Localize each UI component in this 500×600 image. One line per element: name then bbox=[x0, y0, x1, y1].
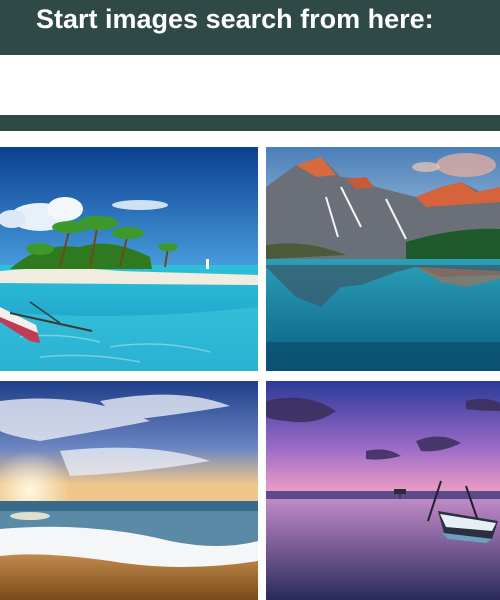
lake-boat-dusk-image[interactable] bbox=[266, 381, 500, 600]
image-gallery bbox=[0, 147, 500, 600]
mountain-lake-image[interactable] bbox=[266, 147, 500, 371]
search-area bbox=[0, 55, 500, 115]
page-title: Start images search from here: bbox=[36, 4, 434, 34]
tropical-island-image[interactable] bbox=[0, 147, 258, 371]
search-input[interactable] bbox=[0, 55, 500, 115]
beach-sunset-image[interactable] bbox=[0, 381, 258, 600]
divider-bar bbox=[0, 115, 500, 131]
header-bar: Start images search from here: bbox=[0, 0, 500, 55]
